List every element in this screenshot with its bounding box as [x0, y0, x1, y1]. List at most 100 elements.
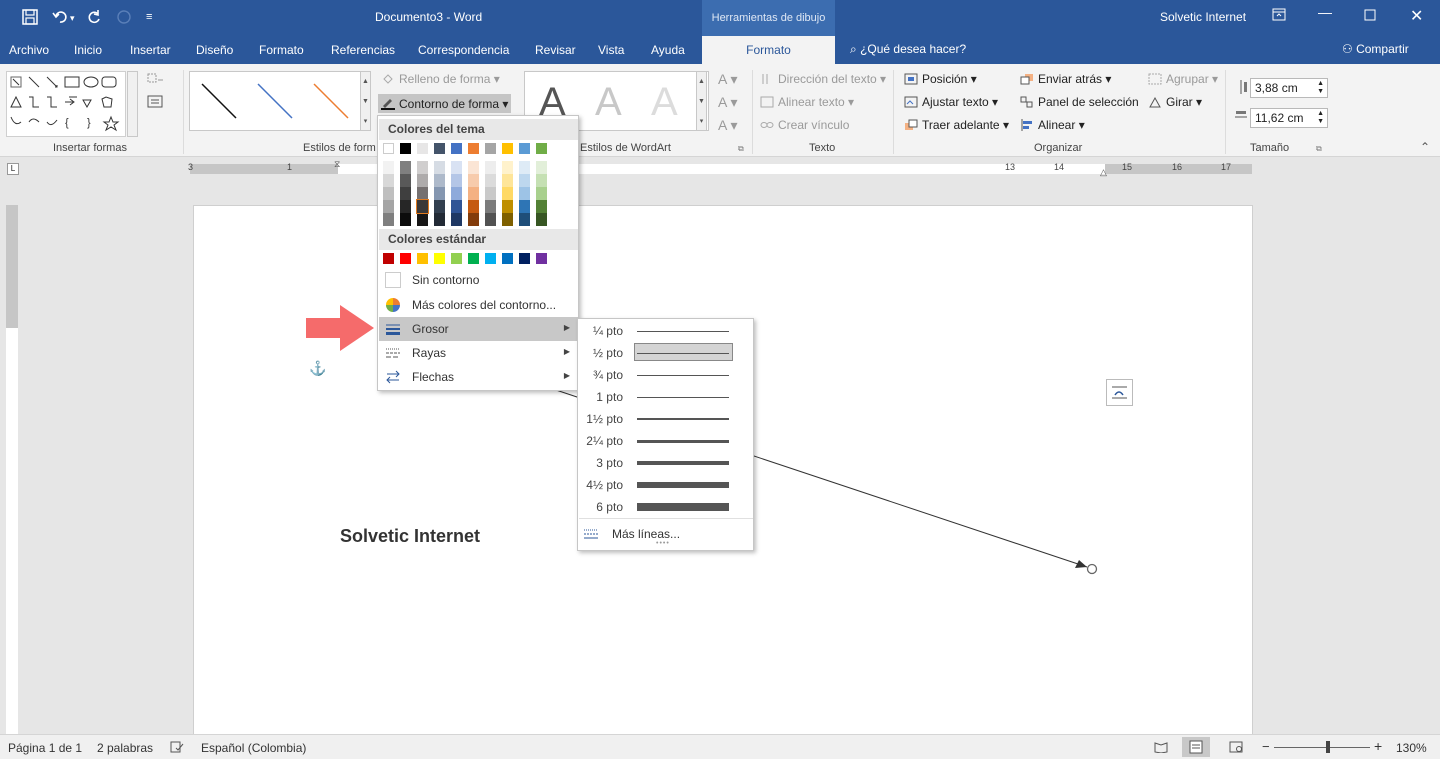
theme-color-swatch[interactable] — [485, 143, 496, 154]
size-dialog-launcher-icon[interactable]: ⧉ — [1316, 144, 1322, 154]
align-text-button[interactable]: Alinear texto ▾ — [760, 95, 854, 109]
theme-color-swatch[interactable] — [468, 143, 479, 154]
theme-shade-swatch[interactable] — [434, 213, 445, 226]
theme-shade-swatch[interactable] — [502, 187, 513, 200]
theme-shade-swatch[interactable] — [502, 161, 513, 174]
right-indent-marker-icon[interactable]: △ — [1100, 167, 1107, 178]
text-effects-icon[interactable]: A ▾ — [718, 117, 737, 134]
standard-color-swatch[interactable] — [502, 253, 513, 264]
group-button[interactable]: Agrupar ▾ — [1148, 72, 1218, 86]
theme-shade-swatch[interactable] — [536, 213, 547, 226]
theme-shade-swatch[interactable] — [400, 200, 411, 213]
theme-shade-swatch[interactable] — [502, 174, 513, 187]
tab-formato-doc[interactable]: Formato — [259, 43, 304, 57]
theme-shade-swatch[interactable] — [485, 200, 496, 213]
minimize-icon[interactable]: — — [1318, 4, 1332, 20]
tab-archivo[interactable]: Archivo — [9, 43, 49, 57]
weight-option[interactable]: ¾ pto — [579, 364, 753, 386]
theme-shade-swatch[interactable] — [519, 200, 530, 213]
weight-option[interactable]: 6 pto — [579, 496, 753, 518]
tab-ayuda[interactable]: Ayuda — [651, 43, 685, 57]
theme-shade-swatch[interactable] — [383, 187, 394, 200]
theme-shade-swatch[interactable] — [434, 174, 445, 187]
theme-shade-swatch[interactable] — [451, 187, 462, 200]
more-outline-colors-item[interactable]: Más colores del contorno... — [379, 293, 578, 317]
theme-shade-swatch[interactable] — [383, 174, 394, 187]
standard-color-swatch[interactable] — [519, 253, 530, 264]
position-button[interactable]: Posición ▾ — [904, 72, 977, 86]
text-fill-icon[interactable]: A ▾ — [718, 71, 737, 88]
text-direction-button[interactable]: Dirección del texto ▾ — [760, 72, 886, 86]
theme-color-swatch[interactable] — [536, 143, 547, 154]
arrows-item[interactable]: Flechas ▶ — [379, 365, 578, 389]
height-spinner-icon[interactable]: ▲ ▼ — [1317, 80, 1324, 96]
theme-shade-swatch[interactable] — [451, 200, 462, 213]
theme-shade-swatch[interactable] — [485, 161, 496, 174]
theme-color-swatch[interactable] — [519, 143, 530, 154]
tab-correspondencia[interactable]: Correspondencia — [418, 43, 509, 57]
layout-options-icon[interactable] — [1106, 379, 1133, 406]
web-layout-icon[interactable] — [1229, 741, 1243, 756]
shape-height-input[interactable]: 3,88 cm ▲ ▼ — [1250, 78, 1328, 98]
collapse-ribbon-icon[interactable]: ⌃ — [1420, 140, 1430, 154]
standard-color-swatch[interactable] — [383, 253, 394, 264]
shapes-gallery[interactable]: { } — [6, 71, 126, 137]
weight-option[interactable]: 2¼ pto — [579, 430, 753, 452]
dashes-item[interactable]: Rayas ▶ — [379, 341, 578, 365]
theme-color-swatch[interactable] — [383, 143, 394, 154]
theme-shade-swatch[interactable] — [536, 174, 547, 187]
weight-option[interactable]: 4½ pto — [579, 474, 753, 496]
create-link-button[interactable]: Crear vínculo — [760, 118, 849, 132]
zoom-slider[interactable] — [1274, 747, 1370, 748]
standard-color-swatch[interactable] — [434, 253, 445, 264]
proofing-icon[interactable] — [170, 741, 184, 756]
tab-formato-drawing[interactable]: Formato — [702, 36, 835, 64]
customize-qat-icon[interactable]: ≡ — [146, 11, 152, 23]
tab-selector-icon[interactable]: L — [7, 163, 19, 175]
theme-shade-swatch[interactable] — [383, 213, 394, 226]
theme-shade-swatch[interactable] — [536, 187, 547, 200]
weight-item[interactable]: Grosor ▶ — [379, 317, 578, 341]
theme-shade-swatch[interactable] — [416, 199, 429, 214]
theme-shade-swatch[interactable] — [417, 187, 428, 200]
maximize-icon[interactable] — [1364, 8, 1376, 24]
text-outline-icon[interactable]: A ▾ — [718, 94, 737, 111]
standard-color-swatch[interactable] — [536, 253, 547, 264]
ribbon-display-icon[interactable] — [1272, 8, 1286, 25]
theme-shade-swatch[interactable] — [468, 213, 479, 226]
theme-color-swatch[interactable] — [502, 143, 513, 154]
zoom-level[interactable]: 130% — [1396, 741, 1427, 755]
weight-option[interactable]: ¼ pto — [579, 320, 753, 342]
user-name[interactable]: Solvetic Internet — [1160, 10, 1246, 24]
close-icon[interactable]: ✕ — [1410, 6, 1423, 26]
word-count[interactable]: 2 palabras — [97, 741, 153, 755]
redo-icon[interactable] — [86, 9, 102, 29]
theme-shade-swatch[interactable] — [519, 161, 530, 174]
theme-shade-swatch[interactable] — [536, 161, 547, 174]
wrap-text-button[interactable]: Ajustar texto ▾ — [904, 95, 998, 109]
tab-insertar[interactable]: Insertar — [130, 43, 171, 57]
theme-color-swatch[interactable] — [400, 143, 411, 154]
standard-color-swatch[interactable] — [485, 253, 496, 264]
standard-color-swatch[interactable] — [417, 253, 428, 264]
resize-grip-icon[interactable]: •••• — [656, 540, 670, 547]
theme-shade-swatch[interactable] — [468, 187, 479, 200]
save-icon[interactable] — [22, 9, 38, 29]
dialog-launcher-icon[interactable]: ⧉ — [738, 144, 744, 154]
theme-shade-swatch[interactable] — [468, 161, 479, 174]
tab-referencias[interactable]: Referencias — [331, 43, 395, 57]
theme-shade-swatch[interactable] — [434, 161, 445, 174]
theme-shade-swatch[interactable] — [485, 187, 496, 200]
theme-shade-swatch[interactable] — [417, 213, 428, 226]
shape-outline-button[interactable]: Contorno de forma ▾ — [378, 94, 512, 113]
theme-shade-swatch[interactable] — [519, 187, 530, 200]
indent-marker-icon[interactable]: ⧖ — [334, 159, 340, 170]
theme-shade-swatch[interactable] — [485, 174, 496, 187]
theme-shade-swatch[interactable] — [400, 161, 411, 174]
theme-shade-swatch[interactable] — [383, 161, 394, 174]
standard-color-swatch[interactable] — [451, 253, 462, 264]
theme-shade-swatch[interactable] — [536, 200, 547, 213]
bring-forward-button[interactable]: Traer adelante ▾ — [904, 118, 1009, 132]
horizontal-ruler[interactable]: L 3 1 1 13 14 15 16 17 ⧖ △ — [0, 157, 1440, 181]
print-layout-icon[interactable] — [1182, 737, 1210, 757]
